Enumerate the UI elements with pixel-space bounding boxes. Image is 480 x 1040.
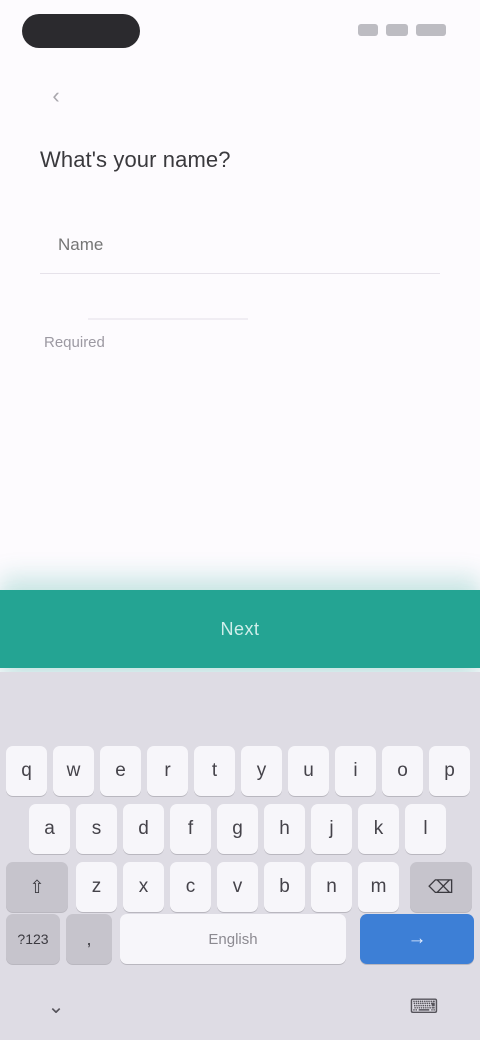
page-title: What's your name? xyxy=(40,147,231,172)
signal-icon xyxy=(358,24,378,36)
wifi-icon xyxy=(386,24,408,36)
backspace-icon: ⌫ xyxy=(428,876,454,897)
keyboard-switch-button[interactable]: ⌨ xyxy=(404,986,444,1026)
space-key[interactable]: English xyxy=(120,914,346,964)
key-j[interactable]: j xyxy=(311,804,352,854)
key-k[interactable]: k xyxy=(358,804,399,854)
comma-key[interactable]: , xyxy=(66,914,112,964)
hide-keyboard-button[interactable]: ⌄ xyxy=(36,986,76,1026)
key-t[interactable]: t xyxy=(194,746,235,796)
back-button[interactable]: ‹ xyxy=(36,78,76,114)
key-r[interactable]: r xyxy=(147,746,188,796)
key-p[interactable]: p xyxy=(429,746,470,796)
enter-key[interactable]: → xyxy=(360,914,474,964)
chevron-down-icon: ⌄ xyxy=(47,995,65,1018)
keyboard-icon: ⌨ xyxy=(409,995,439,1018)
battery-icon xyxy=(416,24,446,36)
key-row-3: ⇧ z x c v b n m ⌫ xyxy=(0,862,480,920)
status-bar xyxy=(0,0,480,64)
shift-key[interactable]: ⇧ xyxy=(6,862,68,912)
symbols-key[interactable]: ?123 xyxy=(6,914,60,964)
backspace-key[interactable]: ⌫ xyxy=(410,862,472,912)
key-row-4: ?123 , English . → xyxy=(0,914,480,972)
key-row-1: q w e r t y u i o p xyxy=(0,746,480,804)
status-icons xyxy=(358,24,446,36)
key-row-2: a s d f g h j k l xyxy=(0,804,480,862)
soft-keyboard: q w e r t y u i o p a s d f g h j k l ⇧ … xyxy=(0,672,480,1040)
key-b[interactable]: b xyxy=(264,862,305,912)
camera-notch xyxy=(22,14,140,48)
key-g[interactable]: g xyxy=(217,804,258,854)
key-q[interactable]: q xyxy=(6,746,47,796)
key-s[interactable]: s xyxy=(76,804,117,854)
key-w[interactable]: w xyxy=(53,746,94,796)
back-arrow-icon: ‹ xyxy=(52,83,60,108)
name-input[interactable] xyxy=(58,234,440,255)
key-o[interactable]: o xyxy=(382,746,423,796)
key-a[interactable]: a xyxy=(29,804,70,854)
name-field-container[interactable] xyxy=(40,216,440,274)
key-m[interactable]: m xyxy=(358,862,399,912)
key-c[interactable]: c xyxy=(170,862,211,912)
shift-icon: ⇧ xyxy=(29,876,45,897)
key-y[interactable]: y xyxy=(241,746,282,796)
key-e[interactable]: e xyxy=(100,746,141,796)
key-l[interactable]: l xyxy=(405,804,446,854)
helper-text: Required xyxy=(44,334,105,351)
key-x[interactable]: x xyxy=(123,862,164,912)
key-f[interactable]: f xyxy=(170,804,211,854)
next-button[interactable]: Next xyxy=(0,590,480,668)
field-divider xyxy=(88,318,248,320)
enter-arrow-icon: → xyxy=(407,928,427,949)
key-h[interactable]: h xyxy=(264,804,305,854)
key-z[interactable]: z xyxy=(76,862,117,912)
key-v[interactable]: v xyxy=(217,862,258,912)
key-d[interactable]: d xyxy=(123,804,164,854)
key-n[interactable]: n xyxy=(311,862,352,912)
keyboard-nav-row: ⌄ ⌨ xyxy=(0,974,480,1040)
key-i[interactable]: i xyxy=(335,746,376,796)
suggestion-strip xyxy=(0,672,480,734)
next-button-label: Next xyxy=(220,618,260,639)
key-u[interactable]: u xyxy=(288,746,329,796)
